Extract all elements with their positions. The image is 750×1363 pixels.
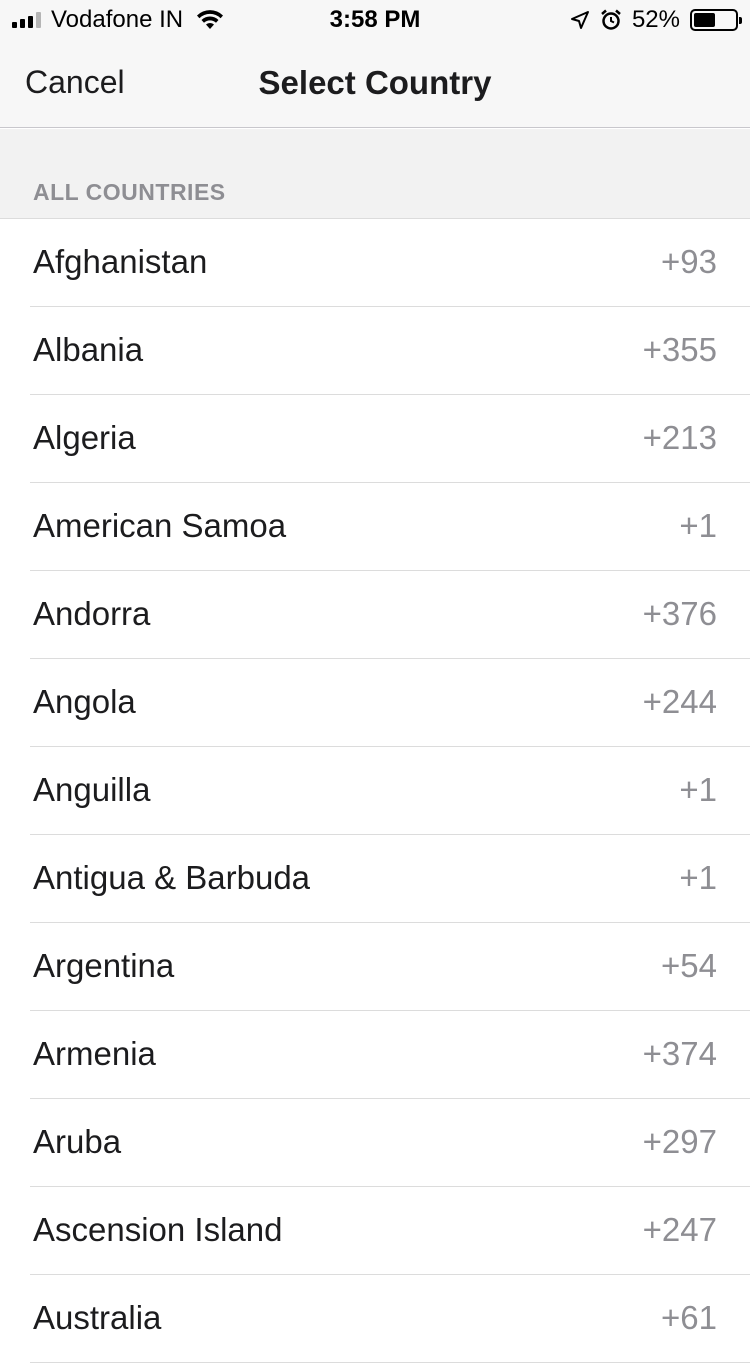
country-row[interactable]: Antigua & Barbuda +1 <box>0 835 750 923</box>
page-title: Select Country <box>258 64 492 101</box>
dial-code: +54 <box>661 947 717 984</box>
location-icon <box>570 11 589 29</box>
dial-code: +355 <box>642 331 717 368</box>
country-row[interactable]: Algeria +213 <box>0 395 750 483</box>
country-row[interactable]: Anguilla +1 <box>0 747 750 835</box>
dial-code: +1 <box>679 507 717 544</box>
dial-code: +297 <box>642 1123 717 1160</box>
dial-code: +374 <box>642 1035 717 1072</box>
country-row[interactable]: Argentina +54 <box>0 923 750 1011</box>
battery-icon <box>690 9 742 31</box>
country-row[interactable]: Albania +355 <box>0 307 750 395</box>
country-name: Angola <box>33 683 136 720</box>
country-row[interactable]: Afghanistan +93 <box>0 219 750 307</box>
country-row[interactable]: American Samoa +1 <box>0 483 750 571</box>
country-row[interactable]: Ascension Island +247 <box>0 1187 750 1275</box>
status-bar: Vodafone IN 3:58 PM 52% <box>0 0 750 40</box>
country-row[interactable]: Angola +244 <box>0 659 750 747</box>
country-name: Australia <box>33 1299 162 1336</box>
country-row[interactable]: Armenia +374 <box>0 1011 750 1099</box>
alarm-icon <box>601 9 621 30</box>
dial-code: +213 <box>642 419 717 456</box>
navigation-bar: Cancel Select Country <box>0 40 750 128</box>
country-name: Algeria <box>33 419 136 456</box>
dial-code: +247 <box>642 1211 717 1248</box>
dial-code: +61 <box>661 1299 717 1336</box>
country-name: Albania <box>33 331 144 368</box>
section-header: ALL COUNTRIES <box>0 129 750 219</box>
battery-percent: 52% <box>631 6 680 33</box>
dial-code: +1 <box>679 771 717 808</box>
dial-code: +1 <box>679 859 717 896</box>
country-name: Ascension Island <box>33 1211 283 1248</box>
country-name: Andorra <box>33 595 151 632</box>
country-name: Aruba <box>33 1123 122 1160</box>
section-title: ALL COUNTRIES <box>33 179 226 205</box>
battery-fill <box>694 13 715 27</box>
country-name: Afghanistan <box>33 243 208 280</box>
country-list: Afghanistan +93 Albania +355 Algeria +213 Amer… <box>0 219 750 1363</box>
dial-code: +93 <box>661 243 717 280</box>
dial-code: +244 <box>642 683 717 720</box>
country-name: American Samoa <box>33 507 287 544</box>
dial-code: +376 <box>642 595 717 632</box>
country-row[interactable]: Andorra +376 <box>0 571 750 659</box>
country-name: Armenia <box>33 1035 156 1072</box>
status-right: 52% <box>570 6 742 34</box>
country-row[interactable]: Australia +61 <box>0 1275 750 1363</box>
country-row[interactable]: Aruba +297 <box>0 1099 750 1187</box>
country-name: Argentina <box>33 947 175 984</box>
country-name: Antigua & Barbuda <box>33 859 311 896</box>
country-name: Anguilla <box>33 771 151 808</box>
